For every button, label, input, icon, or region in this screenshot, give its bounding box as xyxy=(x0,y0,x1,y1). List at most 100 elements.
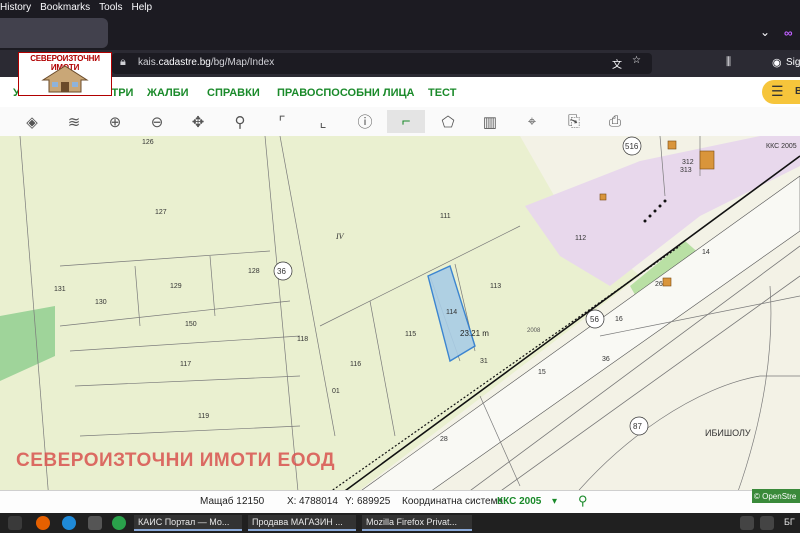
chevron-down-icon[interactable]: ▾ xyxy=(552,496,557,507)
menu-history[interactable]: History xyxy=(0,2,31,13)
svg-text:312: 312 xyxy=(682,159,694,166)
tab-strip xyxy=(0,15,800,50)
coord-system-label: Координатна система: xyxy=(402,496,506,507)
tray-expand-icon[interactable] xyxy=(740,516,754,530)
x-label: X: xyxy=(287,496,297,507)
svg-text:115: 115 xyxy=(405,331,416,338)
nav-references[interactable]: СПРАВКИ xyxy=(207,87,260,99)
svg-text:28: 28 xyxy=(440,436,448,443)
marker-icon[interactable]: ⚲ xyxy=(226,110,254,133)
scale-label: Мащаб 1: xyxy=(200,496,245,507)
menu-help[interactable]: Help xyxy=(132,2,153,13)
firefox-icon[interactable] xyxy=(36,516,50,530)
taskbar-item-firefox-private[interactable]: Mozilla Firefox Privat... xyxy=(362,515,472,531)
watermark-text: СЕВЕРОИЗТОЧНИ ИМОТИ ЕООД xyxy=(16,450,336,471)
measure-distance-icon[interactable]: ⌐ xyxy=(387,110,425,133)
scale-value: 2150 xyxy=(242,496,265,507)
menu-bookmarks[interactable]: Bookmarks xyxy=(40,2,90,13)
network-icon[interactable] xyxy=(760,516,774,530)
svg-text:129: 129 xyxy=(170,283,182,290)
x-value: 4788014 xyxy=(299,496,338,507)
map-status-bar: Мащаб 1: 2150 X: 4788014 Y: 689925 Коорд… xyxy=(0,490,800,513)
library-icon[interactable]: ⫼ xyxy=(726,56,731,69)
terminal-icon[interactable] xyxy=(88,516,102,530)
star-icon[interactable]: ☆ xyxy=(632,55,641,66)
private-mask-icon: ∞ xyxy=(784,26,793,40)
toolbar-right: ⫼ ◉ Sig xyxy=(720,53,800,74)
map-toolbar: ◈ ≋ ⊕ ⊖ ✥ ⚲ ⌜ ⌞ ⓘ ⌐ ⬠ ▥ ⌖ ⎘ ⎙ xyxy=(0,107,800,137)
tab-strip-controls: ⌄ ∞ xyxy=(760,25,800,41)
svg-text:36: 36 xyxy=(277,267,286,276)
y-label: Y: xyxy=(345,496,354,507)
y-value: 689925 xyxy=(357,496,391,507)
svg-text:126: 126 xyxy=(142,139,154,146)
chrome-icon[interactable] xyxy=(112,516,126,530)
measurement-label: 23.21 m xyxy=(460,329,489,338)
stack-icon[interactable]: ≋ xyxy=(60,110,88,133)
menu-button[interactable]: ☰ Во xyxy=(762,80,800,104)
info-icon[interactable]: ⓘ xyxy=(351,110,379,133)
svg-text:56: 56 xyxy=(590,315,599,324)
url-text: kais.cadastre.bg/bg/Map/Index xyxy=(138,57,275,68)
svg-text:516: 516 xyxy=(625,142,639,151)
block-label: IV xyxy=(335,232,345,241)
browser-menubar: History Bookmarks Tools Help xyxy=(0,0,800,15)
sign-in-label[interactable]: Sig xyxy=(786,57,800,68)
os-taskbar: КАИС Портал — Мо... Продава МАГАЗИН ... … xyxy=(0,513,800,533)
chevron-down-icon[interactable]: ⌄ xyxy=(760,25,770,39)
svg-text:150: 150 xyxy=(185,321,197,328)
svg-text:131: 131 xyxy=(54,286,66,293)
edge-icon[interactable] xyxy=(62,516,76,530)
svg-text:16: 16 xyxy=(615,316,623,323)
select-rect-icon[interactable]: ⌜ xyxy=(268,110,296,133)
road-label: 2008 xyxy=(527,328,541,334)
zoom-in-icon[interactable]: ⊕ xyxy=(101,110,129,133)
svg-text:117: 117 xyxy=(180,361,191,368)
map-icon[interactable]: ▥ xyxy=(476,110,504,133)
svg-text:14: 14 xyxy=(702,249,710,256)
taskbar-item-kais[interactable]: КАИС Портал — Мо... xyxy=(134,515,242,531)
svg-text:114: 114 xyxy=(446,309,457,316)
nav-qualified-persons[interactable]: ПРАВОСПОСОБНИ ЛИЦА xyxy=(277,87,415,99)
url-bar[interactable]: 🔒︎ kais.cadastre.bg/bg/Map/Index 文 ☆ xyxy=(112,53,652,74)
coord-system-select[interactable]: ККС 2005 xyxy=(497,496,541,507)
house-logo-icon xyxy=(41,65,89,93)
site-navigation: УСЛУГИ РЕГИСТРИ ЖАЛБИ СПРАВКИ ПРАВОСПОСО… xyxy=(0,77,800,108)
hamburger-icon: ☰ xyxy=(771,83,784,99)
taskbar-item-listing[interactable]: Продава МАГАЗИН ... xyxy=(248,515,356,531)
svg-text:31: 31 xyxy=(480,358,488,365)
menu-tools[interactable]: Tools xyxy=(99,2,122,13)
svg-text:26: 26 xyxy=(655,281,663,288)
layers-icon[interactable]: ◈ xyxy=(18,110,46,133)
svg-text:313: 313 xyxy=(680,167,692,174)
svg-text:113: 113 xyxy=(490,283,501,290)
language-indicator[interactable]: БГ xyxy=(784,517,795,527)
kks-label: ККС 2005 xyxy=(766,143,797,150)
svg-text:118: 118 xyxy=(297,336,308,343)
svg-text:15: 15 xyxy=(538,369,546,376)
print-icon[interactable]: ⎙ xyxy=(601,110,629,133)
account-icon[interactable]: ◉ xyxy=(772,56,782,69)
menu-button-label: Во xyxy=(795,86,800,97)
svg-text:111: 111 xyxy=(440,213,451,220)
svg-text:87: 87 xyxy=(633,422,642,431)
svg-text:127: 127 xyxy=(155,209,167,216)
measure-area-icon[interactable]: ⬠ xyxy=(434,110,462,133)
street-label: ИБИШОЛУ xyxy=(705,428,751,438)
search-icon[interactable]: ⚲ xyxy=(578,493,588,509)
pan-icon[interactable]: ✥ xyxy=(184,110,212,133)
svg-text:36: 36 xyxy=(602,356,610,363)
nav-complaints[interactable]: ЖАЛБИ xyxy=(147,87,189,99)
zoom-out-icon[interactable]: ⊖ xyxy=(143,110,171,133)
export-icon[interactable]: ⎘ xyxy=(560,110,588,133)
windows-start-icon[interactable] xyxy=(8,516,22,530)
deselect-icon[interactable]: ⌞ xyxy=(309,110,337,133)
map-attribution[interactable]: © OpenStre xyxy=(752,489,800,503)
translate-icon[interactable]: 文 xyxy=(612,56,622,71)
coordinates-icon[interactable]: ⌖ xyxy=(518,110,546,133)
svg-text:116: 116 xyxy=(350,361,361,368)
svg-text:128: 128 xyxy=(248,268,260,275)
lock-icon: 🔒︎ xyxy=(120,56,126,68)
nav-test[interactable]: ТЕСТ xyxy=(428,87,456,99)
browser-tab-active[interactable] xyxy=(0,18,108,48)
